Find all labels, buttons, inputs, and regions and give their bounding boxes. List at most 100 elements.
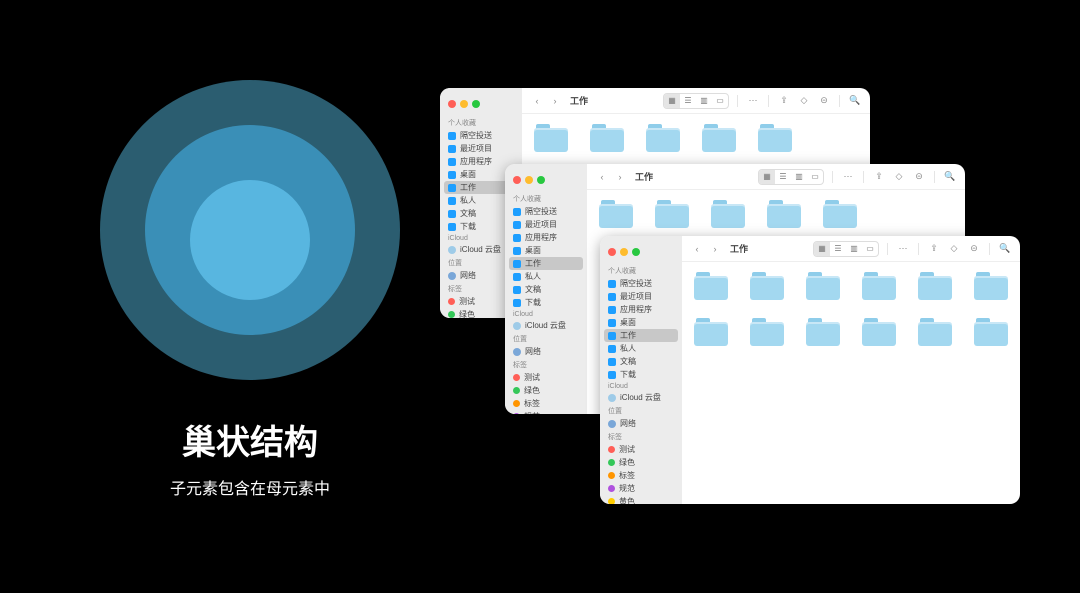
view-list-button[interactable]: ☰ [775, 170, 791, 184]
sidebar-item[interactable]: 隔空投送 [440, 129, 522, 142]
sidebar-item[interactable]: 隔空投送 [505, 205, 587, 218]
folder-item[interactable] [918, 272, 952, 300]
view-icon-button[interactable]: ▦ [759, 170, 775, 184]
sidebar-item[interactable]: 最近项目 [505, 218, 587, 231]
search-button[interactable]: 🔍 [998, 242, 1012, 256]
forward-button[interactable]: › [548, 94, 562, 108]
folder-item[interactable] [750, 272, 784, 300]
zoom-button[interactable] [472, 100, 480, 108]
folder-item[interactable] [534, 124, 568, 152]
sidebar-item[interactable]: 隔空投送 [600, 277, 682, 290]
sidebar-item[interactable]: 工作 [604, 329, 678, 342]
folder-item[interactable] [974, 272, 1008, 300]
sidebar-item[interactable]: 网络 [600, 417, 682, 430]
folder-item[interactable] [862, 318, 896, 346]
action-button[interactable]: ⊝ [967, 242, 981, 256]
folder-item[interactable] [974, 318, 1008, 346]
zoom-button[interactable] [537, 176, 545, 184]
sidebar-item[interactable]: 标签 [600, 469, 682, 482]
sidebar-item[interactable]: 网络 [505, 345, 587, 358]
sidebar-item[interactable]: 桌面 [600, 316, 682, 329]
folder-item[interactable] [711, 200, 745, 228]
folder-item[interactable] [862, 272, 896, 300]
group-button[interactable]: ⋯ [746, 94, 760, 108]
view-column-button[interactable]: ▥ [791, 170, 807, 184]
sidebar-item[interactable]: 测试 [600, 443, 682, 456]
folder-icon [608, 345, 616, 353]
folder-item[interactable] [806, 272, 840, 300]
view-column-button[interactable]: ▥ [846, 242, 862, 256]
sidebar-item[interactable]: 应用程序 [505, 231, 587, 244]
view-column-button[interactable]: ▥ [696, 94, 712, 108]
finder-window-3[interactable]: 个人收藏隔空投送最近项目应用程序桌面工作私人文稿下载iCloudiCloud 云… [600, 236, 1020, 504]
tag-button[interactable]: ◇ [797, 94, 811, 108]
sidebar-item[interactable]: 工作 [509, 257, 583, 270]
folder-item[interactable] [655, 200, 689, 228]
forward-button[interactable]: › [708, 242, 722, 256]
folder-icon [608, 371, 616, 379]
view-list-button[interactable]: ☰ [830, 242, 846, 256]
sidebar-item[interactable]: 最近项目 [440, 142, 522, 155]
sidebar-item[interactable]: 规范 [600, 482, 682, 495]
sidebar-item[interactable]: 绿色 [600, 456, 682, 469]
sidebar-item[interactable]: 规范 [505, 410, 587, 414]
view-gallery-button[interactable]: ▭ [712, 94, 728, 108]
finder-toolbar: ‹›工作▦☰▥▭⋯⇪◇⊝🔍 [682, 236, 1020, 262]
sidebar-item[interactable]: 应用程序 [600, 303, 682, 316]
folder-item[interactable] [767, 200, 801, 228]
search-button[interactable]: 🔍 [943, 170, 957, 184]
action-button[interactable]: ⊝ [912, 170, 926, 184]
forward-button[interactable]: › [613, 170, 627, 184]
folder-item[interactable] [702, 124, 736, 152]
sidebar-item[interactable]: 黄色 [600, 495, 682, 504]
sidebar-item[interactable]: 最近项目 [600, 290, 682, 303]
folder-item[interactable] [599, 200, 633, 228]
minimize-button[interactable] [620, 248, 628, 256]
view-list-button[interactable]: ☰ [680, 94, 696, 108]
group-button[interactable]: ⋯ [841, 170, 855, 184]
zoom-button[interactable] [632, 248, 640, 256]
back-button[interactable]: ‹ [690, 242, 704, 256]
share-button[interactable]: ⇪ [777, 94, 791, 108]
close-button[interactable] [448, 100, 456, 108]
sidebar-item[interactable]: 文稿 [505, 283, 587, 296]
sidebar-item[interactable]: 私人 [505, 270, 587, 283]
share-button[interactable]: ⇪ [927, 242, 941, 256]
sidebar-item-label: iCloud 云盘 [525, 320, 566, 331]
back-button[interactable]: ‹ [530, 94, 544, 108]
sidebar-item[interactable]: 私人 [600, 342, 682, 355]
minimize-button[interactable] [460, 100, 468, 108]
folder-item[interactable] [646, 124, 680, 152]
tag-button[interactable]: ◇ [892, 170, 906, 184]
folder-item[interactable] [806, 318, 840, 346]
folder-item[interactable] [694, 318, 728, 346]
folder-item[interactable] [590, 124, 624, 152]
minimize-button[interactable] [525, 176, 533, 184]
sidebar-item[interactable]: 文稿 [600, 355, 682, 368]
folder-item[interactable] [823, 200, 857, 228]
group-button[interactable]: ⋯ [896, 242, 910, 256]
share-button[interactable]: ⇪ [872, 170, 886, 184]
sidebar-item[interactable]: 下载 [600, 368, 682, 381]
folder-item[interactable] [758, 124, 792, 152]
view-gallery-button[interactable]: ▭ [862, 242, 878, 256]
search-button[interactable]: 🔍 [848, 94, 862, 108]
close-button[interactable] [513, 176, 521, 184]
sidebar-item[interactable]: iCloud 云盘 [600, 391, 682, 404]
sidebar-item[interactable]: 标签 [505, 397, 587, 410]
sidebar-item[interactable]: 绿色 [505, 384, 587, 397]
view-icon-button[interactable]: ▦ [814, 242, 830, 256]
folder-item[interactable] [918, 318, 952, 346]
view-gallery-button[interactable]: ▭ [807, 170, 823, 184]
sidebar-item[interactable]: iCloud 云盘 [505, 319, 587, 332]
sidebar-item[interactable]: 测试 [505, 371, 587, 384]
close-button[interactable] [608, 248, 616, 256]
action-button[interactable]: ⊝ [817, 94, 831, 108]
folder-item[interactable] [694, 272, 728, 300]
sidebar-item[interactable]: 桌面 [505, 244, 587, 257]
view-icon-button[interactable]: ▦ [664, 94, 680, 108]
folder-item[interactable] [750, 318, 784, 346]
back-button[interactable]: ‹ [595, 170, 609, 184]
sidebar-item[interactable]: 下载 [505, 296, 587, 309]
tag-button[interactable]: ◇ [947, 242, 961, 256]
